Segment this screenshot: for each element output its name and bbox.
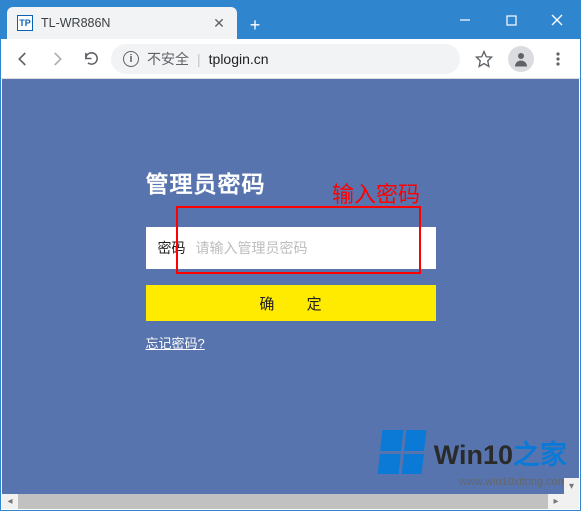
forgot-password-link[interactable]: 忘记密码? (146, 336, 205, 351)
info-icon: i (123, 51, 139, 67)
reload-button[interactable] (77, 45, 105, 73)
address-bar: i 不安全 | tplogin.cn (1, 39, 580, 79)
minimize-button[interactable] (442, 1, 488, 39)
scroll-corner (564, 494, 579, 509)
horizontal-scroll-thumb[interactable] (18, 494, 548, 509)
page-title: 管理员密码 (146, 165, 436, 199)
watermark-url: www.win10xitong.com (459, 476, 567, 488)
password-field: 密码 (146, 227, 436, 269)
toolbar-right (466, 45, 572, 73)
titlebar: TP TL-WR886N ✕ + (1, 1, 580, 39)
star-icon[interactable] (470, 45, 498, 73)
omnibox[interactable]: i 不安全 | tplogin.cn (111, 44, 460, 74)
login-form: 管理员密码 密码 确 定 忘记密码? (146, 165, 436, 353)
profile-avatar[interactable] (508, 46, 534, 72)
separator: | (197, 51, 201, 67)
watermark-brand-a: Win10 (434, 440, 513, 470)
security-text: 不安全 (147, 49, 189, 69)
url-text: tplogin.cn (209, 51, 269, 67)
horizontal-scrollbar[interactable]: ◂ ▸ (2, 494, 564, 509)
close-tab-icon[interactable]: ✕ (211, 15, 227, 31)
watermark: Win10之家 www.win10xitong.com (380, 430, 567, 488)
scroll-left-arrow[interactable]: ◂ (2, 494, 18, 509)
confirm-button[interactable]: 确 定 (146, 285, 436, 321)
new-tab-button[interactable]: + (241, 11, 269, 39)
maximize-button[interactable] (488, 1, 534, 39)
close-window-button[interactable] (534, 1, 580, 39)
password-input[interactable] (196, 227, 424, 269)
window-controls (442, 1, 580, 39)
tab-strip: TP TL-WR886N ✕ + (1, 1, 442, 39)
page-viewport: 管理员密码 密码 确 定 忘记密码? 输入密码 Win10之家 www.win1… (2, 79, 579, 494)
back-button[interactable] (9, 45, 37, 73)
forgot-link-wrap: 忘记密码? (146, 333, 436, 353)
browser-tab[interactable]: TP TL-WR886N ✕ (7, 7, 237, 39)
scroll-right-arrow[interactable]: ▸ (548, 494, 564, 509)
watermark-brand-b: 之家 (513, 440, 567, 470)
password-label: 密码 (158, 238, 186, 258)
vertical-scroll-down-arrow[interactable]: ▾ (564, 478, 579, 494)
watermark-top: Win10之家 (380, 430, 567, 474)
menu-icon[interactable] (544, 45, 572, 73)
windows-logo-icon (377, 430, 426, 474)
forward-button[interactable] (43, 45, 71, 73)
tab-title: TL-WR886N (41, 16, 203, 30)
watermark-brand: Win10之家 (434, 433, 567, 472)
browser-window: TP TL-WR886N ✕ + (0, 0, 581, 511)
favicon: TP (17, 15, 33, 31)
